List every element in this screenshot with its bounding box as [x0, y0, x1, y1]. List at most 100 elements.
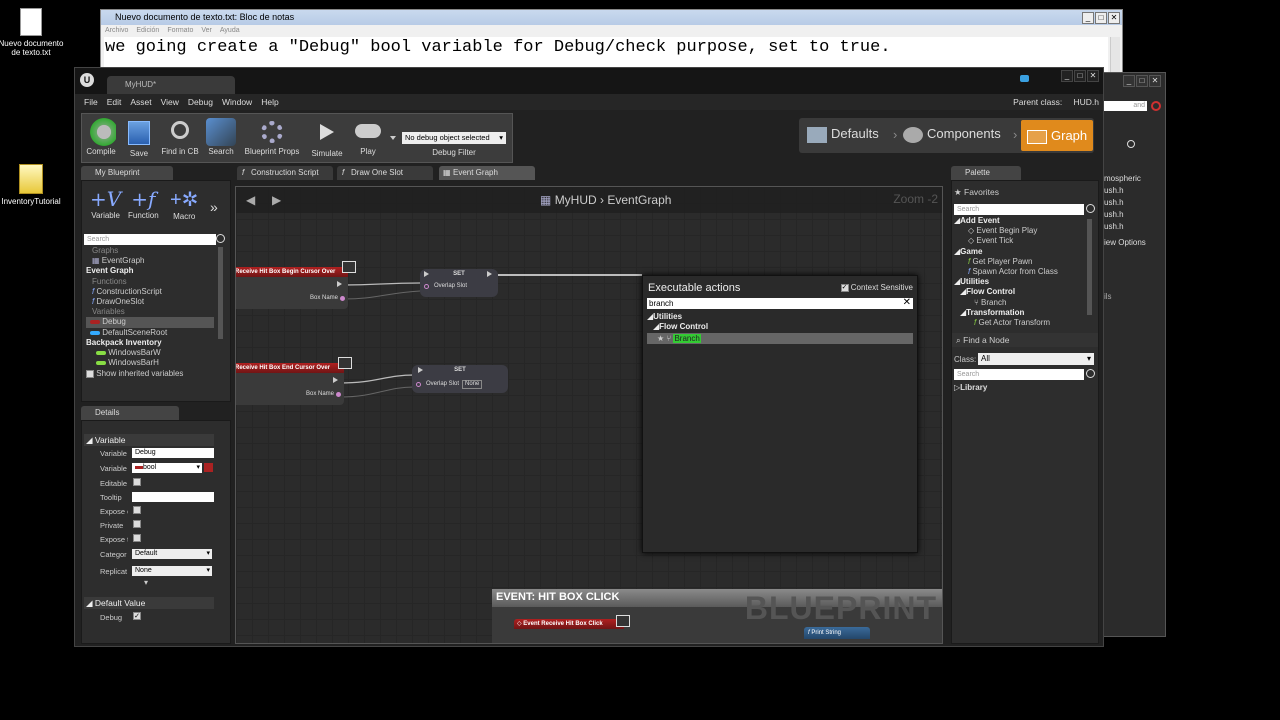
- default-value-section-header[interactable]: ◢ Default Value: [84, 597, 214, 609]
- clear-search-icon[interactable]: ✕: [903, 297, 911, 308]
- variable-section-header[interactable]: ◢ Variable: [84, 434, 214, 446]
- palette-scrollbar[interactable]: [1087, 219, 1092, 315]
- category-transformation[interactable]: ◢Transformation: [954, 308, 1058, 318]
- palette-item[interactable]: ⑂ Branch: [954, 298, 1058, 308]
- simulate-button[interactable]: Simulate: [308, 118, 346, 158]
- list-item[interactable]: ush.h: [1104, 197, 1146, 209]
- tree-item-variable[interactable]: DefaultSceneRoot: [86, 328, 214, 338]
- tooltip-input[interactable]: [132, 492, 214, 502]
- exec-pin-icon[interactable]: [337, 281, 342, 287]
- menu-view[interactable]: View: [161, 97, 179, 107]
- close-icon[interactable]: ✕: [1108, 12, 1120, 24]
- menu-edicion[interactable]: Edición: [136, 27, 159, 34]
- back-search[interactable]: and: [1101, 101, 1147, 111]
- palette-item[interactable]: ◇ Event Tick: [954, 236, 1058, 246]
- class-select[interactable]: All ▾: [978, 353, 1094, 365]
- set-node-overlap-slot[interactable]: SET Overlap Slot: [420, 269, 498, 297]
- category-add-event[interactable]: ◢Add Event: [954, 216, 1058, 226]
- menu-ver[interactable]: Ver: [201, 27, 212, 34]
- comment-box-hit-box-click[interactable]: EVENT: HIT BOX CLICK BLUEPRINT ◇ Event R…: [492, 589, 942, 643]
- notepad-titlebar[interactable]: Nuevo documento de texto.txt: Bloc de no…: [101, 10, 1122, 25]
- palette-item[interactable]: ◇ Event Begin Play: [954, 226, 1058, 236]
- desktop-icon-text-file[interactable]: Nuevo documento de texto.txt: [0, 8, 66, 57]
- list-item[interactable]: ush.h: [1104, 221, 1146, 233]
- menu-archivo[interactable]: Archivo: [105, 27, 128, 34]
- palette-item[interactable]: f Get Player Pawn: [954, 257, 1058, 267]
- expand-chevron-icon[interactable]: »: [210, 199, 218, 215]
- tree-scrollbar[interactable]: [218, 247, 223, 339]
- action-search-input[interactable]: branch ✕: [647, 297, 913, 309]
- find-node-header[interactable]: ⌕ Find a Node: [952, 333, 1098, 347]
- tree-item-function[interactable]: f DrawOneSlot: [86, 297, 214, 307]
- menu-file[interactable]: File: [84, 97, 98, 107]
- details-tab[interactable]: Details: [81, 406, 179, 420]
- list-item[interactable]: ush.h: [1104, 209, 1146, 221]
- show-inherited-checkbox[interactable]: [86, 370, 94, 379]
- mode-components[interactable]: Components: [903, 126, 1001, 143]
- exec-pin-icon[interactable]: [333, 377, 338, 383]
- play-button[interactable]: Play: [350, 118, 386, 156]
- close-icon[interactable]: ✕: [1087, 70, 1099, 82]
- tree-item-category[interactable]: Backpack Inventory: [86, 338, 214, 348]
- menu-ayuda[interactable]: Ayuda: [220, 27, 240, 34]
- array-toggle-icon[interactable]: [204, 463, 213, 472]
- play-options-chevron-icon[interactable]: [390, 136, 396, 140]
- exec-pin-icon[interactable]: [424, 271, 429, 277]
- chat-icon[interactable]: [1020, 75, 1029, 82]
- menu-formato[interactable]: Formato: [167, 27, 193, 34]
- menu-help[interactable]: Help: [261, 97, 278, 107]
- name-pin-icon[interactable]: [340, 296, 345, 301]
- palette-search[interactable]: Search: [954, 204, 1084, 215]
- add-variable-button[interactable]: +V Variable: [90, 187, 121, 220]
- minimize-icon[interactable]: _: [1061, 70, 1073, 82]
- category-flow-control[interactable]: ◢Flow Control: [647, 322, 708, 332]
- editor-titlebar[interactable]: U MyHUD* _ □ ✕: [75, 68, 1103, 94]
- tab-event-graph[interactable]: ▦ Event Graph: [439, 166, 535, 180]
- menu-debug[interactable]: Debug: [188, 97, 213, 107]
- maximize-icon[interactable]: □: [1136, 75, 1148, 87]
- event-node-begin-cursor[interactable]: Receive Hit Box Begin Cursor Over Box Na…: [236, 267, 348, 309]
- default-debug-checkbox[interactable]: ✓: [133, 612, 141, 620]
- category-utilities[interactable]: ◢Utilities: [954, 277, 1058, 287]
- name-pin-icon[interactable]: [336, 392, 341, 397]
- exec-pin-icon[interactable]: [418, 367, 423, 373]
- compile-button[interactable]: Compile: [84, 118, 118, 156]
- action-item-branch[interactable]: ★ ⑂ Branch: [647, 333, 913, 344]
- debug-object-select[interactable]: No debug object selected ▾: [402, 132, 506, 144]
- menu-asset[interactable]: Asset: [130, 97, 151, 107]
- variable-name-input[interactable]: Debug: [132, 448, 214, 458]
- tree-item-function[interactable]: f ConstructionScript: [86, 287, 214, 297]
- category-flow-control[interactable]: ◢Flow Control: [954, 287, 1058, 297]
- context-sensitive-row[interactable]: ✓ Context Sensitive: [840, 283, 913, 292]
- expose-spawn-checkbox[interactable]: [133, 534, 141, 542]
- notepad-scrollbar[interactable]: [1110, 37, 1120, 73]
- advanced-chevron-icon[interactable]: ▾: [144, 578, 148, 587]
- tab-draw-one-slot[interactable]: f Draw One Slot: [337, 166, 433, 180]
- minimize-icon[interactable]: _: [1082, 12, 1094, 24]
- category-game[interactable]: ◢Game: [954, 247, 1058, 257]
- event-node-hit-box-click[interactable]: ◇ Event Receive Hit Box Click: [514, 619, 624, 643]
- show-inherited-row[interactable]: Show inherited variables: [86, 369, 214, 379]
- category-utilities[interactable]: ◢Utilities: [647, 312, 708, 322]
- favorites-header[interactable]: ★ Favorites: [954, 187, 999, 198]
- favorite-star-icon[interactable]: ★: [657, 334, 664, 343]
- palette-item[interactable]: f Get Actor Transform: [954, 318, 1058, 328]
- add-macro-button[interactable]: +✲ Macro: [170, 187, 198, 221]
- context-sensitive-checkbox[interactable]: ✓: [840, 283, 849, 292]
- tree-item-event-graph-header[interactable]: Event Graph: [86, 266, 214, 276]
- exec-out-pin-icon[interactable]: [487, 271, 492, 277]
- tree-item-variable-selected[interactable]: Debug: [86, 317, 214, 328]
- add-function-button[interactable]: +f Function: [128, 187, 159, 220]
- tab-construction-script[interactable]: f Construction Script: [237, 166, 333, 180]
- private-checkbox[interactable]: [133, 520, 141, 528]
- replication-select[interactable]: None ▾: [132, 566, 212, 576]
- variable-type-select[interactable]: bool ▾: [132, 463, 202, 473]
- palette-tab[interactable]: Palette: [951, 166, 1021, 180]
- my-blueprint-tab[interactable]: My Blueprint: [81, 166, 173, 180]
- list-item[interactable]: mospheric: [1104, 173, 1146, 185]
- event-graph-canvas[interactable]: ◀ ▶ ▦ MyHUD › EventGraph Zoom -2 Receive…: [235, 186, 943, 644]
- name-pin-icon[interactable]: [424, 284, 429, 289]
- print-string-node[interactable]: f Print String: [804, 627, 870, 639]
- editable-checkbox[interactable]: [133, 478, 141, 486]
- node-search[interactable]: Search: [954, 369, 1084, 380]
